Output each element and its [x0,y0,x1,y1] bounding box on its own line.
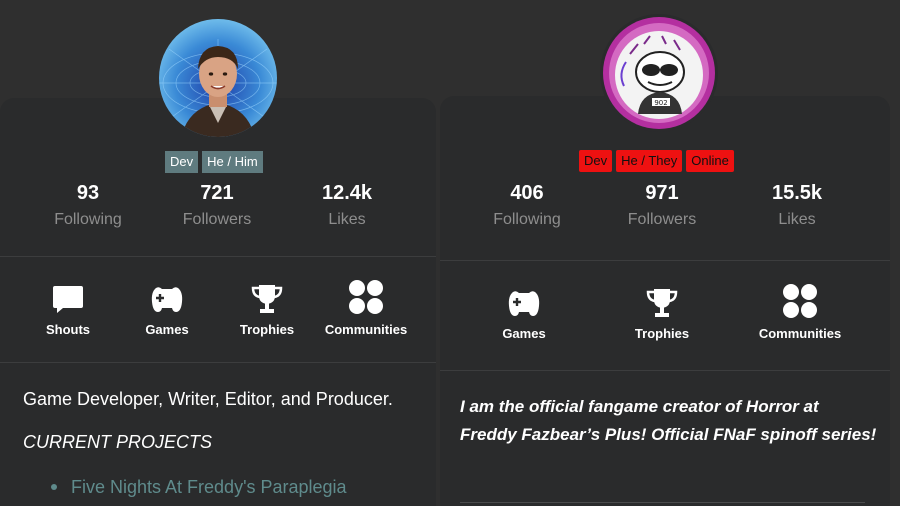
trophy-icon [607,286,717,320]
stat-following[interactable]: 93 Following [23,182,153,229]
stat-likes[interactable]: 15.5k Likes [732,182,862,229]
stat-label: Following [493,211,561,228]
nav-trophies[interactable]: Trophies [607,286,717,341]
nav-label: Games [145,322,189,337]
nav-label: Games [502,326,546,341]
nav-games[interactable]: Games [112,282,222,337]
stat-label: Followers [627,211,697,228]
stat-label: Followers [182,211,252,228]
stat-label: Likes [778,211,816,228]
stat-value: 406 [510,182,544,204]
list-bullet [51,484,57,490]
gamepad-icon [469,286,579,320]
nav-games[interactable]: Games [469,286,579,341]
projects-heading: CURRENT PROJECTS [23,432,213,452]
nav-communities[interactable]: Communities [311,278,421,337]
trophy-icon [212,282,322,316]
status-badge: Online [686,150,734,172]
role-badge: Dev [165,151,199,173]
gamepad-icon [112,282,222,316]
badge-group: Dev He / They Online [579,150,734,172]
divider [0,362,436,363]
avatar[interactable] [159,19,277,137]
stat-value: 971 [645,182,679,204]
bio-text: Game Developer, Writer, Editor, and Prod… [23,389,393,409]
bio-text: I am the official fangame creator of Hor… [460,397,877,444]
nav-communities[interactable]: Communities [745,282,855,341]
nav-label: Trophies [239,322,295,337]
pronoun-badge: He / Him [202,151,263,173]
svg-text:902: 902 [654,99,667,107]
divider [440,370,890,371]
pronoun-badge: He / They [616,150,683,172]
badge-group: Dev He / Him [165,151,263,173]
speech-bubble-icon [13,282,123,316]
project-link[interactable]: Five Nights At Freddy's Paraplegia [71,477,347,498]
nav-label: Shouts [45,322,91,337]
role-badge: Dev [579,150,613,172]
stat-label: Following [54,211,122,228]
stat-following[interactable]: 406 Following [462,182,592,229]
stat-value: 15.5k [771,182,823,204]
nav-label: Communities [324,322,408,337]
avatar[interactable]: 902 [600,14,718,132]
stat-label: Likes [328,211,366,228]
stat-followers[interactable]: 971 Followers [597,182,727,229]
stat-likes[interactable]: 12.4k Likes [282,182,412,229]
four-dots-icon [311,278,421,316]
stat-value: 12.4k [321,182,373,204]
four-dots-icon [745,282,855,320]
stat-value: 721 [200,182,234,204]
nav-trophies[interactable]: Trophies [212,282,322,337]
divider [440,260,890,261]
divider [0,256,436,257]
stat-followers[interactable]: 721 Followers [152,182,282,229]
nav-label: Communities [758,326,842,341]
stat-value: 93 [76,182,100,204]
divider [460,502,865,503]
nav-label: Trophies [634,326,690,341]
nav-shouts[interactable]: Shouts [13,282,123,337]
